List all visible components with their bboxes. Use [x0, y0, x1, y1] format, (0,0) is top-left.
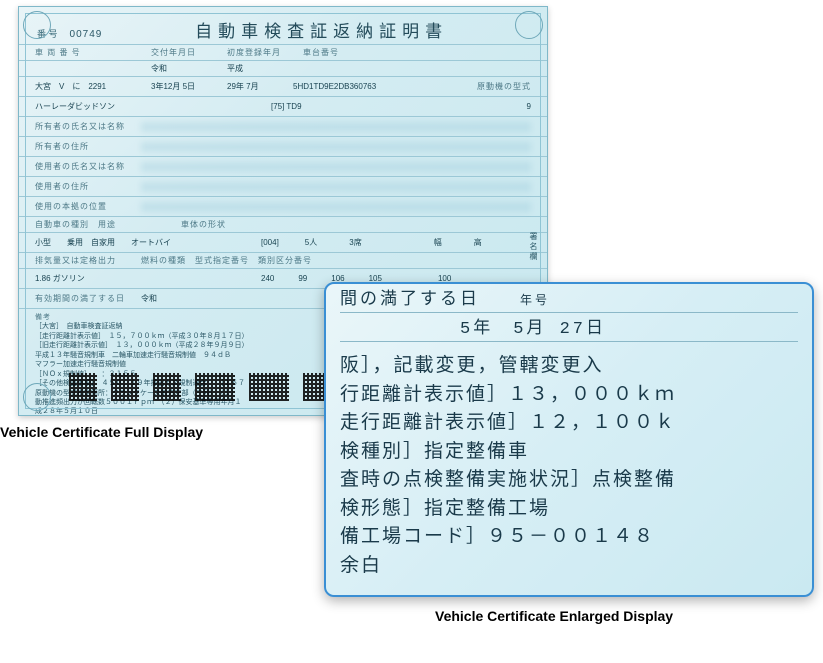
- era-heisei: 平成: [227, 63, 243, 74]
- owner-name-label: 所有者の氏名又は名称: [35, 121, 135, 132]
- user-addr-redacted: [141, 182, 531, 192]
- category-value: 小型 乗用 自家用 オートバイ: [35, 237, 255, 248]
- category-values-row: 小型 乗用 自家用 オートバイ [004] 5人 3席 幅 高: [19, 232, 547, 252]
- header-labels-row: 車 両 番 号 交付年月日 初度登録年月 車台番号: [19, 44, 547, 60]
- enlarged-line: 検種別］指定整備車: [340, 438, 798, 467]
- expiry-era: 令和: [141, 293, 157, 304]
- signature-tab: 署名欄: [528, 232, 539, 262]
- cert-number-value: 00749: [70, 29, 103, 40]
- user-name-redacted: [141, 162, 531, 172]
- main-data-row: 大宮 V に 2291 3年12月 5日 29年 7月 5HD1TD9E2DB3…: [19, 76, 547, 96]
- enlarged-line: 阪］，記載変更，管轄変更入: [340, 352, 798, 381]
- user-name-label: 使用者の氏名又は名称: [35, 161, 135, 172]
- issue-date: 3年12月 5日: [151, 81, 221, 92]
- shape-label: 車体の形状: [181, 219, 226, 230]
- era-reiwa: 令和: [151, 63, 221, 74]
- vin-label: 車台番号: [303, 47, 339, 58]
- enlarged-certificate-caption: Vehicle Certificate Enlarged Display: [435, 608, 673, 624]
- certificate-header: 番 号 00749 自動車検査証返納証明書: [19, 7, 547, 44]
- engine-type-label: 原動機の型式: [477, 81, 531, 92]
- certificate-title: 自動車検査証返納証明書: [114, 17, 529, 42]
- enlarged-expiry-row: 間の満了する日 年号 5年 5月 27日: [340, 294, 798, 342]
- enlarged-expiry-label: 間の満了する日 年号: [340, 284, 798, 313]
- type-code: [004]: [261, 238, 279, 247]
- qr-code-row: [69, 373, 343, 401]
- first-reg-date: 29年 7月: [227, 81, 287, 92]
- enlarged-line: 走行距離計表示値］１２，１００ｋ: [340, 409, 798, 438]
- user-addr-label: 使用者の住所: [35, 181, 135, 192]
- owner-addr-label: 所有者の住所: [35, 141, 135, 152]
- base-addr-row: 使用の本拠の位置: [19, 196, 547, 216]
- qr-code-icon: [153, 373, 181, 401]
- owner-addr-redacted: [141, 142, 531, 152]
- enlarged-expiry-date: 5年 5月 27日: [340, 313, 606, 339]
- base-addr-label: 使用の本拠の位置: [35, 201, 135, 212]
- enlarged-line: 行距離計表示値］１３，０００ｋｍ: [340, 381, 798, 410]
- full-certificate-caption: Vehicle Certificate Full Display: [0, 424, 203, 440]
- expiry-label: 有効期間の満了する日: [35, 293, 135, 304]
- seating-values: 5人 3席 幅 高: [305, 237, 482, 248]
- user-addr-row: 使用者の住所: [19, 176, 547, 196]
- category-labels-row: 自動車の種別 用途 車体の形状: [19, 216, 547, 232]
- vin-value: 5HD1TD9E2DB360763: [293, 82, 376, 91]
- make-value: ハーレーダビッドソン: [35, 101, 265, 112]
- qr-code-icon: [249, 373, 289, 401]
- enlarged-line: 備工場コード］９５－００１４８: [340, 523, 798, 552]
- firstreg-label: 初度登録年月: [227, 47, 297, 58]
- plate-value: 大宮 V に 2291: [35, 81, 145, 92]
- type-value: [75] TD9: [271, 102, 411, 111]
- corner-ornament: [23, 11, 51, 39]
- regdate-label: 交付年月日: [151, 47, 221, 58]
- make-row: ハーレーダビッドソン [75] TD9 9: [19, 96, 547, 116]
- qr-code-icon: [111, 373, 139, 401]
- enlarged-line: 検形態］指定整備工場: [340, 495, 798, 524]
- enlarged-certificate: 間の満了する日 年号 5年 5月 27日 阪］，記載変更，管轄変更入 行距離計表…: [324, 282, 814, 597]
- fuel-labels-row: 排気量又は定格出力 燃料の種類 型式指定番号 類別区分番号: [19, 252, 547, 268]
- owner-name-redacted: [141, 122, 531, 132]
- corner-ornament: [23, 383, 51, 411]
- corner-ornament: [515, 11, 543, 39]
- engine-value: 9: [527, 102, 531, 111]
- enlarged-line: 余白: [340, 552, 798, 581]
- qr-code-icon: [69, 373, 97, 401]
- category-label: 自動車の種別 用途: [35, 219, 175, 230]
- owner-name-row: 所有者の氏名又は名称: [19, 116, 547, 136]
- plate-label: 車 両 番 号: [35, 47, 145, 58]
- fuel-value: 1.86 ガソリン: [35, 273, 195, 284]
- fuel-label: 燃料の種類 型式指定番号 類別区分番号: [141, 255, 312, 266]
- base-addr-redacted: [141, 202, 531, 212]
- displacement-label: 排気量又は定格出力: [35, 255, 135, 266]
- owner-addr-row: 所有者の住所: [19, 136, 547, 156]
- enlarged-line: 査時の点検整備実施状況］点検整備: [340, 466, 798, 495]
- era-row: 令和 平成: [19, 60, 547, 76]
- user-name-row: 使用者の氏名又は名称: [19, 156, 547, 176]
- qr-code-icon: [195, 373, 235, 401]
